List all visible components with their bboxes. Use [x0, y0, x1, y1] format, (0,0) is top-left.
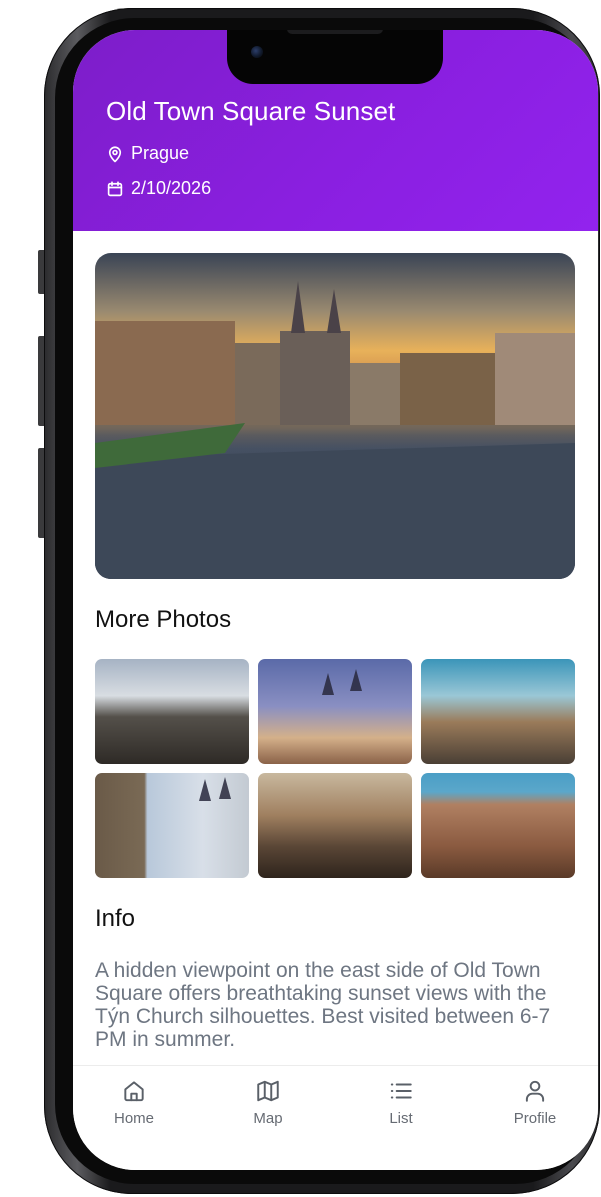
location-row: Prague: [106, 143, 189, 164]
notch: [227, 30, 443, 84]
location-text: Prague: [131, 143, 190, 163]
home-icon: [124, 1081, 144, 1102]
date-row: 2/10/2026: [106, 178, 211, 199]
tab-map[interactable]: Map: [223, 1078, 313, 1127]
phone-screen: Old Town Square Sunset Prague 2/10/2026: [73, 30, 598, 1170]
tab-list-label: List: [389, 1110, 413, 1127]
photo-thumbnail[interactable]: [258, 659, 412, 764]
profile-icon: [525, 1080, 545, 1102]
map-icon: [257, 1080, 279, 1102]
tab-home[interactable]: Home: [89, 1078, 179, 1127]
tab-list[interactable]: List: [356, 1078, 446, 1127]
photo-thumbnail[interactable]: [421, 659, 575, 764]
tab-profile[interactable]: Profile: [490, 1078, 580, 1127]
info-title: Info: [95, 905, 136, 932]
info-description: A hidden viewpoint on the east side of O…: [95, 959, 551, 1051]
photo-thumbnail[interactable]: [95, 659, 249, 764]
more-photos-title: More Photos: [95, 606, 232, 633]
location-pin-icon: [108, 146, 122, 162]
bottom-tab-bar: Home Map List Profile: [73, 1065, 598, 1170]
photo-thumbnail[interactable]: [421, 773, 575, 878]
date-text: 2/10/2026: [131, 178, 212, 198]
tab-map-label: Map: [253, 1110, 283, 1127]
earpiece-speaker: [287, 30, 383, 34]
photo-thumbnail[interactable]: [258, 773, 412, 878]
hero-photo-image: [95, 253, 575, 579]
hero-photo[interactable]: [95, 253, 575, 579]
photo-grid: [95, 659, 575, 878]
tab-home-label: Home: [113, 1110, 154, 1127]
calendar-icon: [107, 180, 123, 196]
photo-thumbnail[interactable]: [95, 773, 249, 878]
hero-skyline: [95, 281, 575, 579]
list-icon: [390, 1083, 412, 1099]
page-title: Old Town Square Sunset: [106, 96, 396, 126]
tab-profile-label: Profile: [513, 1110, 557, 1127]
front-camera: [251, 46, 263, 58]
